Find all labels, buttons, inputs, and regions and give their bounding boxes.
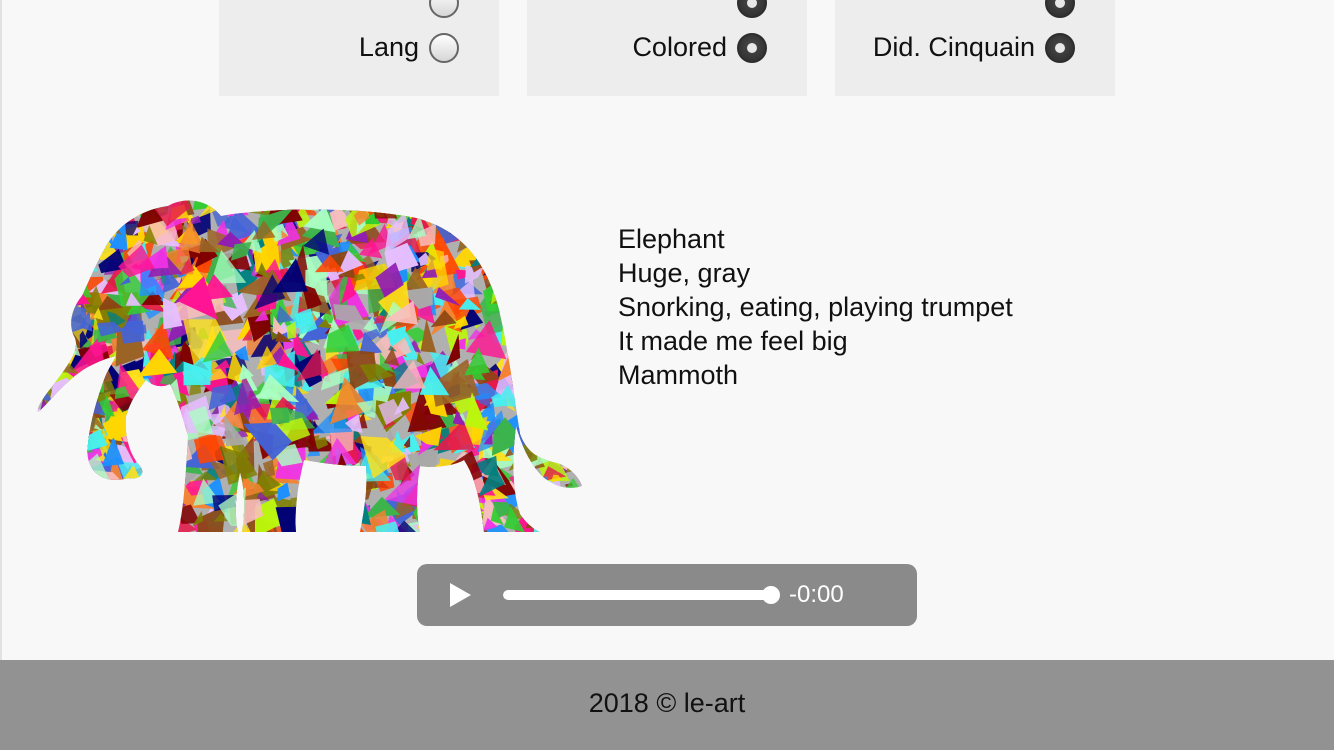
- radio-button-colored[interactable]: [737, 32, 767, 63]
- page: Lang Colored Did. Cinquain Elephant Huge…: [0, 0, 1334, 750]
- option-label: Did. Cinquain: [872, 32, 1035, 62]
- poem-line: Snorking, eating, playing trumpet: [618, 292, 1013, 322]
- radio-button-lang[interactable]: [429, 32, 459, 63]
- time-remaining: -0:00: [789, 581, 844, 608]
- radio-button-cinquain[interactable]: [1045, 32, 1075, 63]
- option-row[interactable]: Did. Cinquain: [873, 32, 1075, 63]
- page-border: [0, 0, 2, 660]
- radio-button[interactable]: [429, 0, 459, 18]
- option-label: Lang: [358, 32, 419, 62]
- audio-player: -0:00: [417, 564, 917, 626]
- footer: 2018 © le-art: [0, 660, 1334, 750]
- cinquain-poem: Elephant Huge, gray Snorking, eating, pl…: [618, 222, 1013, 392]
- option-label: Colored: [632, 32, 727, 62]
- play-icon: [450, 583, 471, 607]
- radio-button[interactable]: [737, 0, 767, 18]
- option-row[interactable]: Colored: [632, 32, 767, 63]
- elephant-image: [37, 200, 582, 533]
- poem-line: Huge, gray: [618, 258, 751, 288]
- seek-bar[interactable]: [503, 586, 780, 604]
- option-row[interactable]: Lang: [359, 32, 459, 63]
- elephant-mosaic: [37, 200, 582, 533]
- copyright-text: 2018 © le-art: [588, 688, 746, 718]
- seek-bar-progress: [503, 590, 771, 600]
- option-row-partial[interactable]: [419, 0, 459, 18]
- play-button[interactable]: [447, 582, 473, 608]
- poem-line: Elephant: [618, 224, 725, 254]
- option-panel-lang: Lang: [219, 0, 499, 96]
- poem-line: It made me feel big: [618, 326, 848, 356]
- option-row-partial[interactable]: [727, 0, 767, 18]
- option-row-partial[interactable]: [1035, 0, 1075, 18]
- option-panel-cinquain: Did. Cinquain: [835, 0, 1115, 96]
- poem-line: Mammoth: [618, 360, 739, 390]
- seek-bar-handle[interactable]: [762, 586, 780, 604]
- radio-button[interactable]: [1045, 0, 1075, 18]
- option-panel-colored: Colored: [527, 0, 807, 96]
